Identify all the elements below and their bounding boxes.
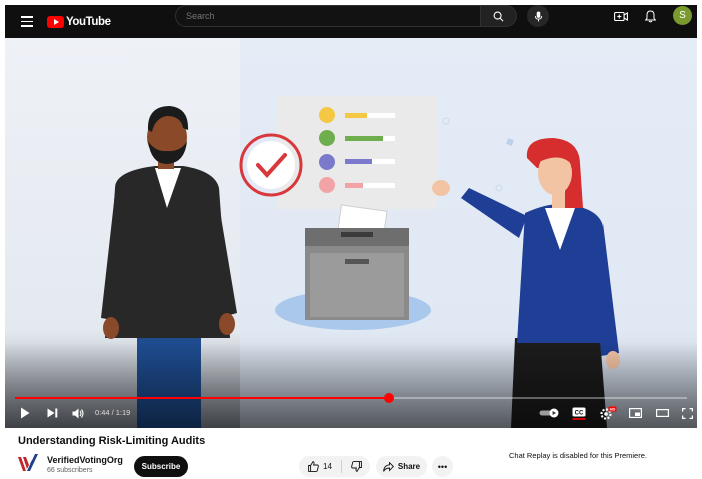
share-icon [383, 461, 394, 472]
channel-name[interactable]: VerifiedVotingOrg [47, 455, 123, 465]
video-title: Understanding Risk-Limiting Audits [18, 435, 206, 447]
captions-button[interactable]: CC [570, 403, 588, 423]
channel-logo-icon[interactable] [17, 452, 39, 474]
settings-icon: HD [600, 406, 617, 420]
volume-icon [72, 408, 84, 418]
svg-text:CC: CC [575, 410, 584, 416]
fullscreen-button[interactable] [679, 403, 695, 423]
share-label: Share [397, 462, 421, 471]
avatar[interactable]: S [673, 6, 692, 25]
search-box[interactable] [175, 5, 481, 27]
autoplay-toggle[interactable] [538, 403, 562, 423]
miniplayer-button[interactable] [626, 403, 644, 423]
bell-icon [644, 9, 656, 22]
theater-icon [655, 409, 669, 417]
video-player[interactable]: 0:44/1:19 CC HD [5, 38, 697, 428]
player-controls: 0:44/1:19 CC HD [5, 401, 697, 425]
create-button[interactable] [612, 8, 630, 24]
like-button[interactable]: 14 [299, 456, 341, 477]
next-icon [47, 408, 57, 418]
captions-icon: CC [572, 407, 586, 420]
notifications-button[interactable] [641, 8, 659, 24]
progress-played [15, 397, 390, 399]
autoplay-toggle-icon [539, 408, 559, 418]
subscribe-button[interactable]: Subscribe [134, 456, 188, 477]
time-current: 0:44 [95, 408, 110, 417]
time-display: 0:44/1:19 [95, 408, 130, 417]
menu-icon[interactable] [13, 8, 41, 36]
volume-button[interactable] [69, 403, 87, 423]
like-count: 14 [323, 462, 332, 471]
share-button[interactable]: Share [376, 456, 427, 477]
progress-bar[interactable] [15, 393, 687, 403]
youtube-logo[interactable]: YouTube [47, 15, 111, 28]
youtube-watch-page: YouTube Search S 0:44 / 1:19 CC HD Under… [0, 0, 702, 479]
youtube-play-logo-icon [47, 15, 64, 28]
time-total: 1:19 [115, 408, 131, 417]
search-input[interactable] [176, 11, 480, 21]
create-icon [614, 11, 628, 21]
thumbs-up-icon [308, 461, 319, 472]
play-button[interactable] [15, 403, 35, 423]
mic-icon [534, 11, 542, 21]
video-frame-illustration [5, 38, 697, 428]
subscriber-count: 66 subscribers [47, 467, 93, 474]
fullscreen-icon [681, 407, 693, 419]
dislike-button[interactable] [342, 456, 370, 477]
settings-button[interactable]: HD [598, 403, 618, 423]
thumbs-down-icon [350, 461, 362, 472]
miniplayer-icon [628, 408, 642, 418]
search-icon [493, 11, 504, 21]
theater-mode-button[interactable] [653, 403, 671, 423]
logo-text: YouTube [66, 15, 111, 28]
search-button[interactable] [481, 5, 517, 27]
voice-search-button[interactable] [527, 5, 549, 27]
time-separator: / [111, 408, 114, 417]
play-icon [21, 407, 30, 419]
more-actions-button[interactable]: ••• [432, 456, 453, 477]
next-button[interactable] [43, 403, 61, 423]
chat-replay-notice: Chat Replay is disabled for this Premier… [509, 451, 647, 460]
hd-badge: HD [610, 407, 616, 412]
like-dislike-group: 14 [299, 456, 370, 477]
